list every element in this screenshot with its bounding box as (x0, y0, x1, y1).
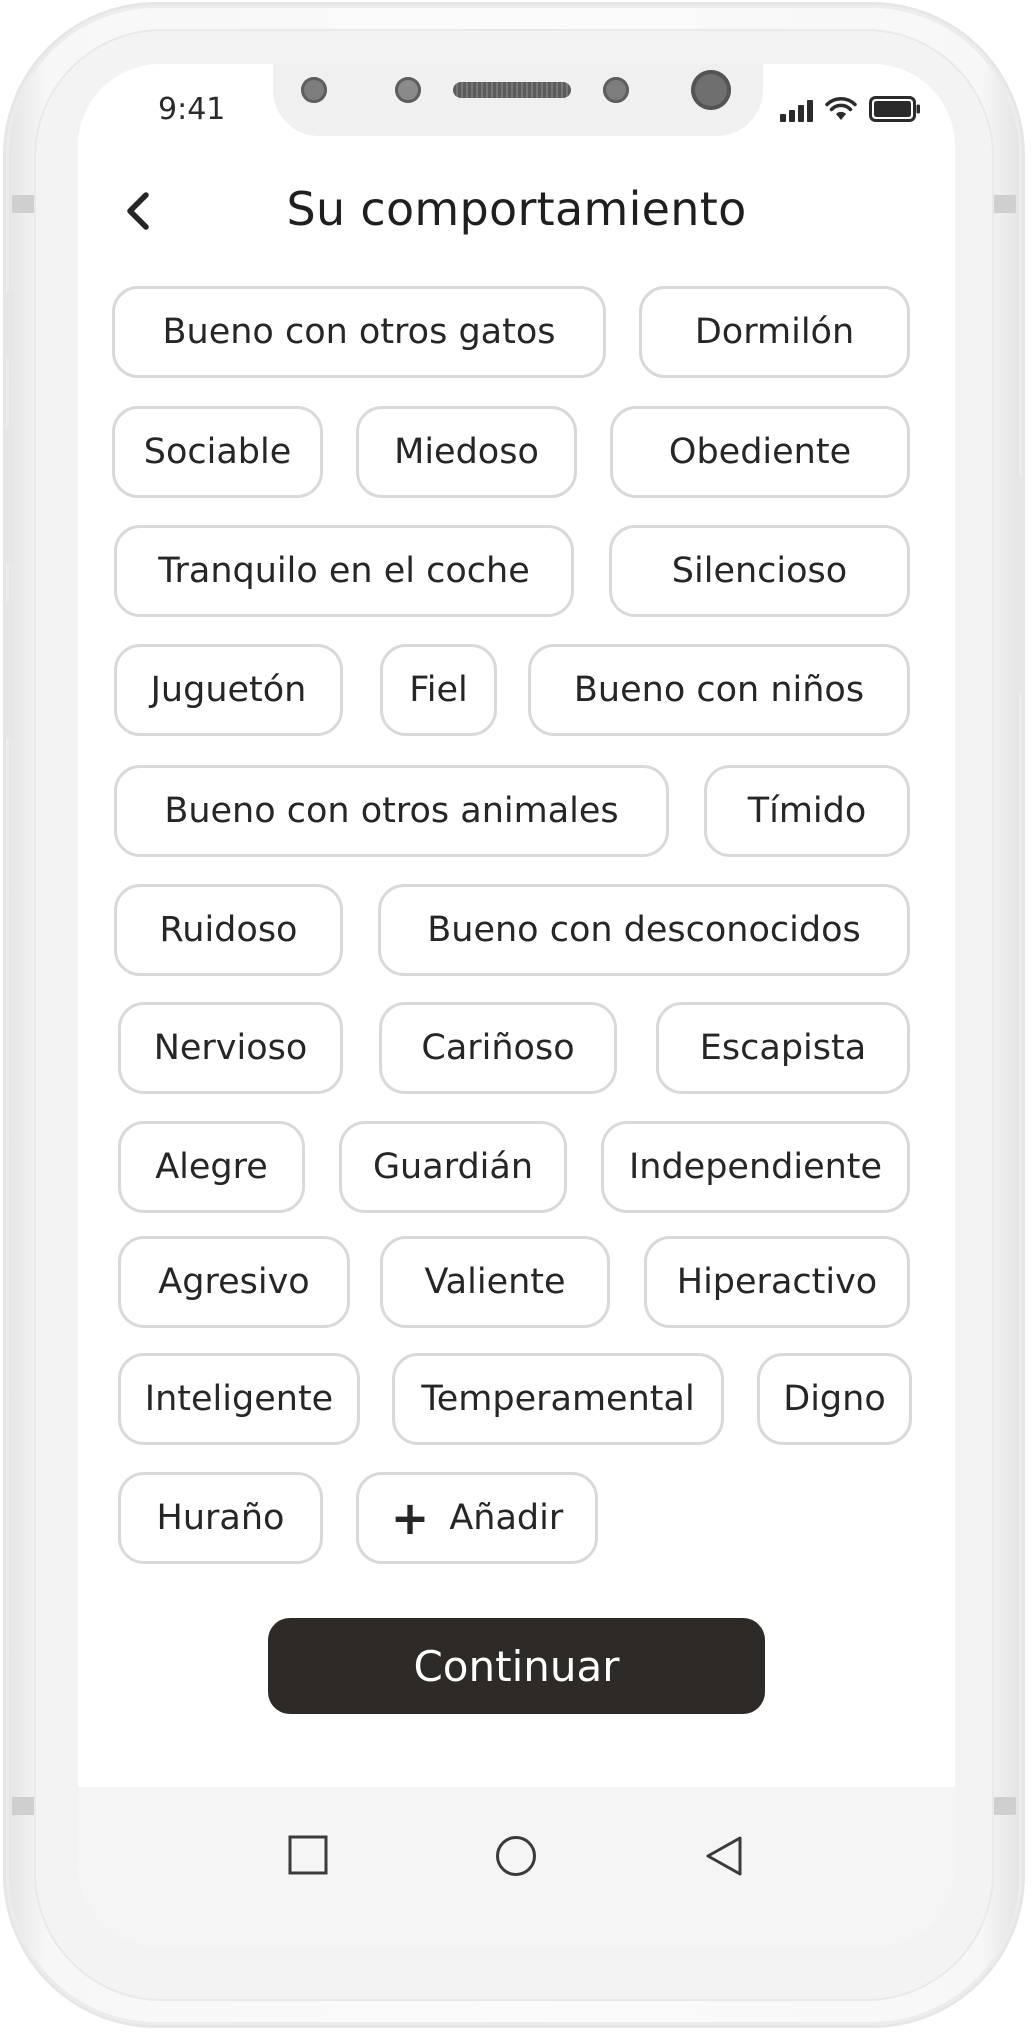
volume-down-button (6, 600, 14, 740)
chip-bueno-con-otros-gatos[interactable]: Bueno con otros gatos (112, 286, 606, 378)
chip-valiente[interactable]: Valiente (380, 1236, 610, 1328)
speaker-grille (453, 82, 571, 98)
nav-back-button[interactable] (704, 1835, 744, 1881)
status-icons (780, 96, 921, 122)
volume-up-button (6, 425, 14, 565)
chip-sociable[interactable]: Sociable (112, 406, 323, 498)
chip-silencioso[interactable]: Silencioso (609, 525, 910, 617)
plus-icon: + (390, 1491, 430, 1545)
chip-ruidoso[interactable]: Ruidoso (114, 884, 343, 976)
chip-alegre[interactable]: Alegre (118, 1121, 305, 1213)
device-mockup: 9:41 Su comportamiento Bueno con otros g… (0, 0, 1032, 2035)
notch (273, 64, 763, 136)
chip-obediente[interactable]: Obediente (610, 406, 910, 498)
chip-timido[interactable]: Tímido (704, 765, 910, 857)
chip-inteligente[interactable]: Inteligente (118, 1353, 360, 1445)
chip-agresivo[interactable]: Agresivo (118, 1236, 350, 1328)
chip-digno[interactable]: Digno (757, 1353, 912, 1445)
chip-temperamental[interactable]: Temperamental (392, 1353, 724, 1445)
front-camera-icon (691, 70, 731, 110)
continue-button[interactable]: Continuar (268, 1618, 765, 1714)
chip-hiperactivo[interactable]: Hiperactivo (644, 1236, 910, 1328)
antenna-band (994, 1797, 1016, 1815)
status-time: 9:41 (158, 92, 226, 127)
add-chip-button[interactable]: + Añadir (356, 1472, 598, 1564)
chip-dormilon[interactable]: Dormilón (639, 286, 910, 378)
chip-tranquilo-en-el-coche[interactable]: Tranquilo en el coche (114, 525, 574, 617)
chip-escapista[interactable]: Escapista (656, 1002, 910, 1094)
chip-guardian[interactable]: Guardián (339, 1121, 567, 1213)
chip-jugueton[interactable]: Juguetón (114, 644, 343, 736)
mute-switch (6, 290, 14, 360)
page-title: Su comportamiento (286, 182, 747, 236)
square-icon (288, 1835, 328, 1875)
wifi-icon (825, 97, 857, 120)
signal-icon (780, 98, 813, 122)
chip-carinoso[interactable]: Cariñoso (379, 1002, 617, 1094)
sensor-icon (395, 77, 421, 103)
chip-bueno-con-ninos[interactable]: Bueno con niños (528, 644, 910, 736)
chip-independiente[interactable]: Independiente (601, 1121, 910, 1213)
battery-icon (869, 96, 920, 122)
antenna-band (994, 195, 1016, 213)
power-button (1014, 475, 1022, 695)
chip-bueno-con-desconocidos[interactable]: Bueno con desconocidos (378, 884, 910, 976)
screen: 9:41 Su comportamiento Bueno con otros g… (78, 64, 955, 1947)
antenna-band (12, 195, 34, 213)
circle-icon (496, 1836, 536, 1876)
chip-miedoso[interactable]: Miedoso (356, 406, 577, 498)
sensor-icon (301, 77, 327, 103)
chip-bueno-con-otros-animales[interactable]: Bueno con otros animales (114, 765, 669, 857)
sensor-icon (603, 77, 629, 103)
triangle-left-icon (706, 1836, 742, 1876)
navigation-bar (78, 1787, 955, 1947)
chip-hurano[interactable]: Huraño (118, 1472, 323, 1564)
antenna-band (12, 1797, 34, 1815)
nav-recents-button[interactable] (288, 1835, 328, 1879)
chip-fiel[interactable]: Fiel (380, 644, 497, 736)
nav-home-button[interactable] (495, 1835, 537, 1881)
chip-nervioso[interactable]: Nervioso (118, 1002, 343, 1094)
add-chip-label: Añadir (449, 1498, 564, 1538)
